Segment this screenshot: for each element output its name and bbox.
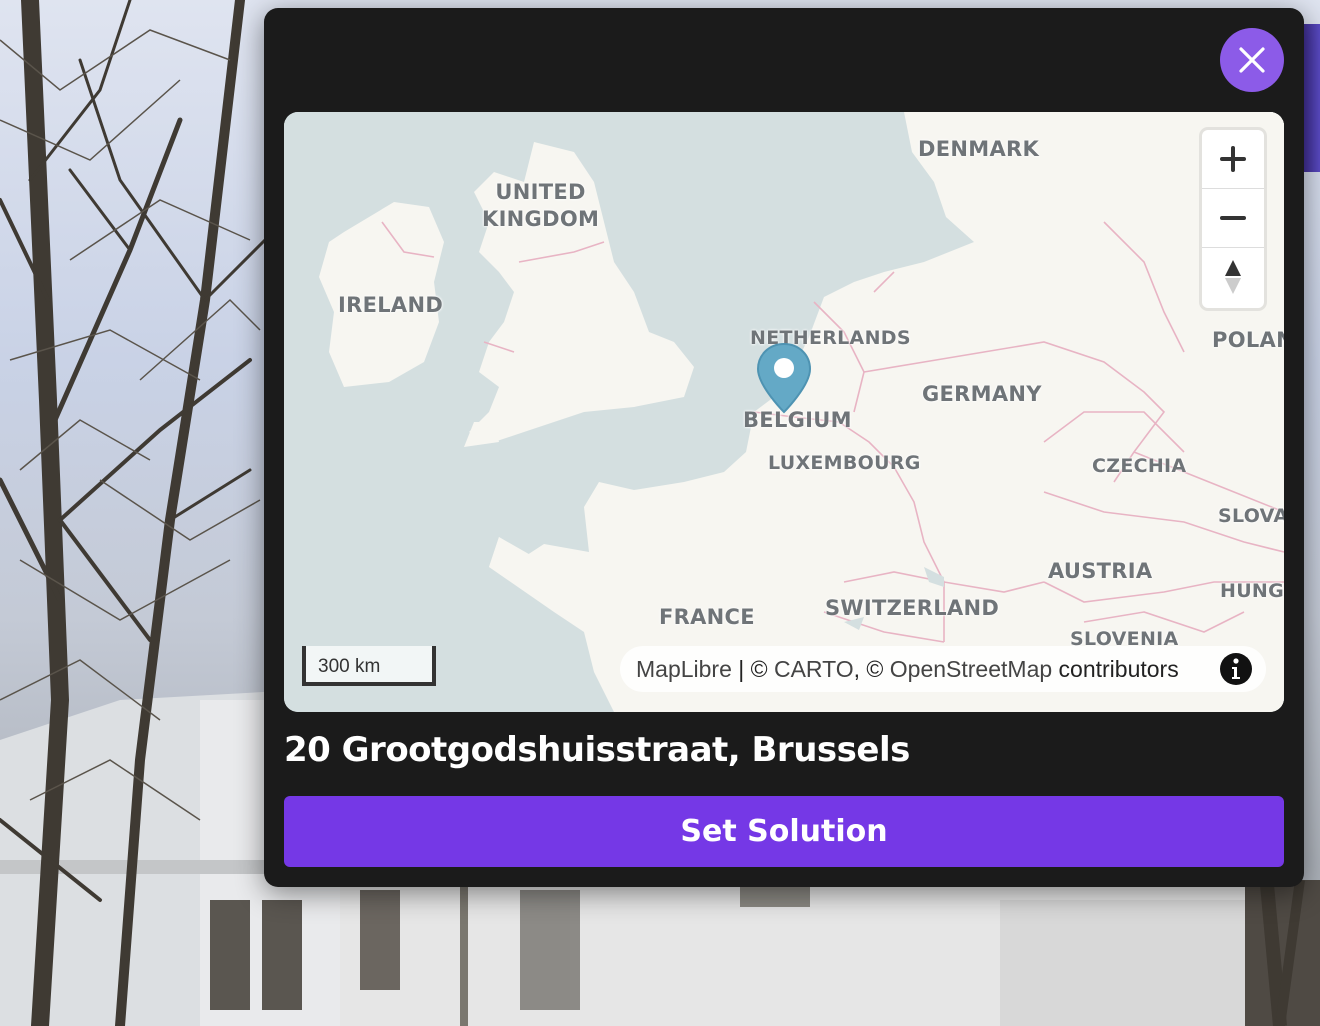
label-germany: GERMANY — [922, 382, 1042, 406]
attribution-contributors: contributors — [1052, 655, 1179, 682]
map-scale-bar: 300 km — [302, 646, 436, 686]
map-attribution: MapLibre | © CARTO , © OpenStreetMap con… — [620, 646, 1266, 692]
close-icon — [1239, 47, 1265, 73]
map-view[interactable]: DENMARK UNITED KINGDOM IRELAND NETHERLAN… — [284, 112, 1284, 712]
label-czechia: CZECHIA — [1092, 455, 1187, 477]
label-poland: POLAN — [1212, 328, 1284, 352]
label-denmark: DENMARK — [918, 137, 1040, 161]
openstreetmap-link[interactable]: OpenStreetMap — [890, 656, 1052, 683]
location-address: 20 Grootgodshuisstraat, Brussels — [284, 730, 910, 770]
label-slovakia: SLOVA — [1218, 505, 1284, 527]
map-pin-icon[interactable] — [756, 342, 812, 414]
attribution-separator: | © — [731, 655, 774, 682]
maplibre-link[interactable]: MapLibre — [636, 656, 732, 683]
minus-icon — [1220, 216, 1246, 220]
close-button[interactable] — [1220, 28, 1284, 92]
reset-bearing-button[interactable] — [1202, 248, 1264, 306]
label-france: FRANCE — [659, 605, 755, 629]
map-zoom-controls — [1202, 130, 1264, 308]
zoom-in-button[interactable] — [1202, 130, 1264, 189]
info-icon — [1232, 658, 1240, 679]
carto-link[interactable]: CARTO — [774, 656, 854, 683]
solution-modal: DENMARK UNITED KINGDOM IRELAND NETHERLAN… — [264, 8, 1304, 887]
set-solution-button[interactable]: Set Solution — [284, 796, 1284, 867]
label-ireland: IRELAND — [338, 293, 444, 317]
label-luxembourg: LUXEMBOURG — [768, 452, 921, 474]
label-uk-line2: KINGDOM — [482, 207, 600, 231]
plus-icon — [1220, 146, 1246, 172]
attribution-info-button[interactable] — [1220, 653, 1252, 685]
label-austria: AUSTRIA — [1048, 559, 1153, 583]
label-uk-line1: UNITED — [495, 180, 586, 204]
compass-icon — [1225, 260, 1241, 294]
attribution-comma: , © — [853, 655, 890, 682]
zoom-out-button[interactable] — [1202, 189, 1264, 248]
label-united-kingdom: UNITED KINGDOM — [482, 179, 599, 233]
label-hungary: HUNG — [1220, 580, 1284, 602]
label-switzerland: SWITZERLAND — [825, 596, 1000, 620]
